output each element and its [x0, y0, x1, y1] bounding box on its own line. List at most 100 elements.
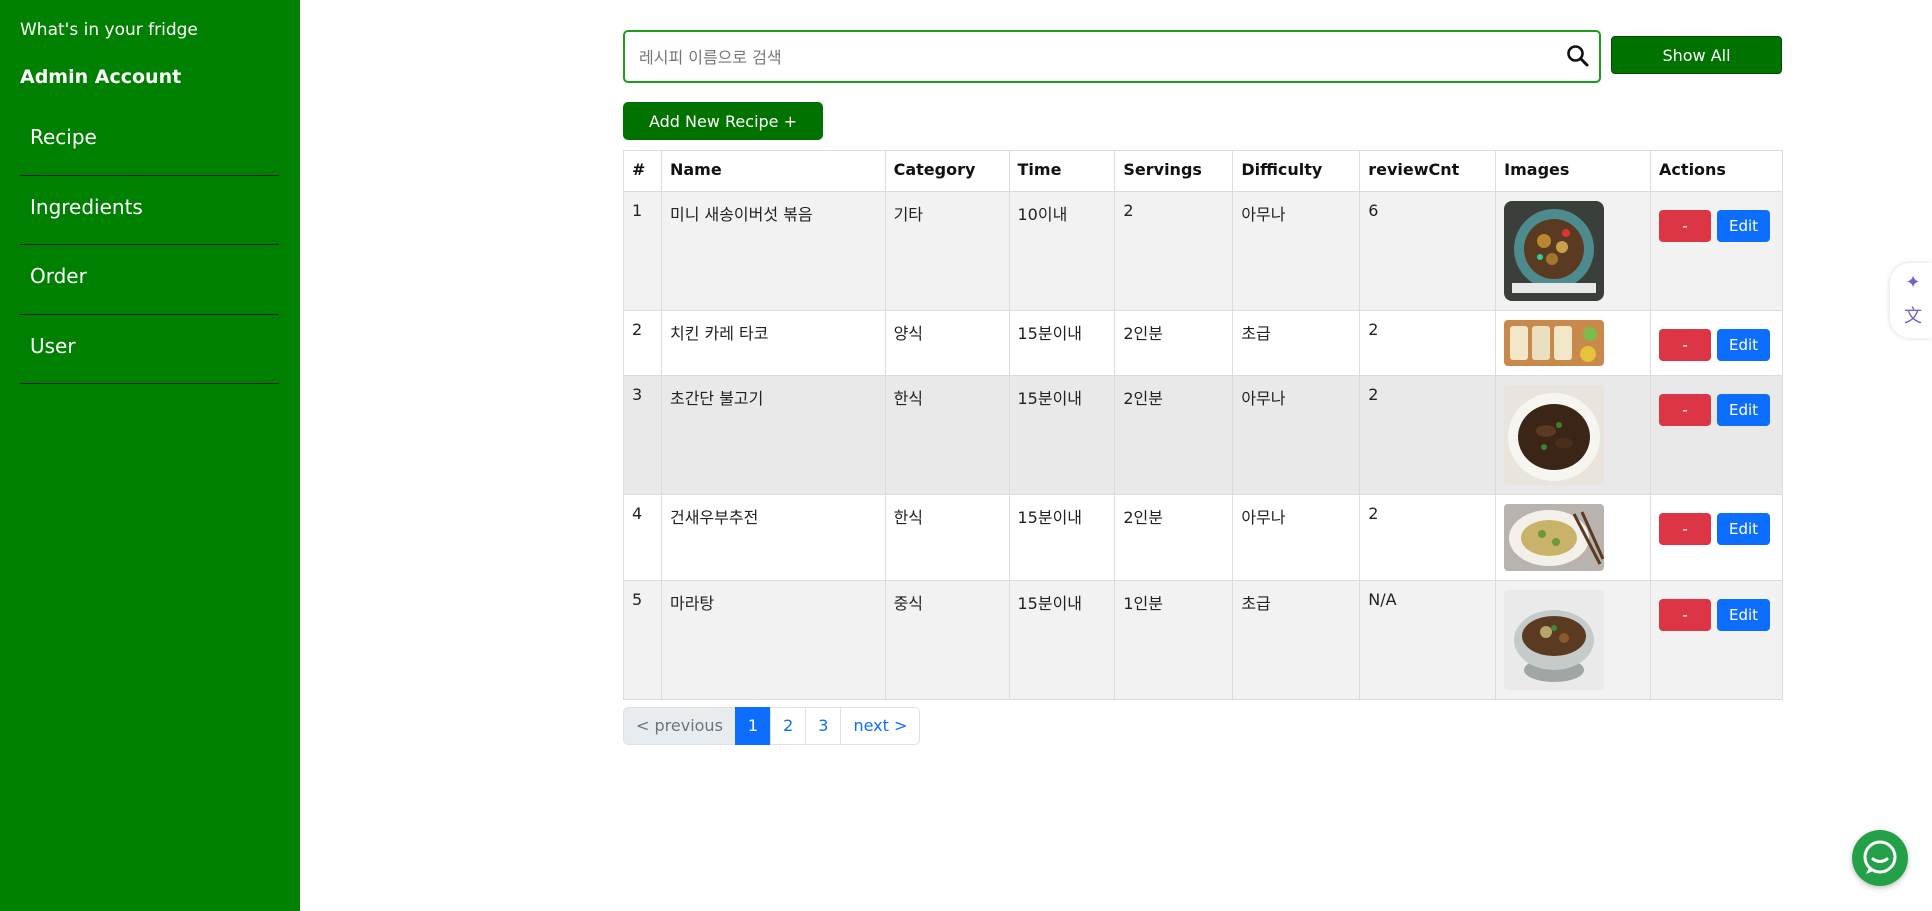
- delete-button[interactable]: -: [1659, 513, 1712, 545]
- cell-category: 한식: [884, 375, 1010, 495]
- cell-difficulty: 초급: [1232, 310, 1361, 376]
- sparkle-icon[interactable]: ✦: [1902, 272, 1924, 294]
- cell-time: 15분이내: [1008, 494, 1116, 581]
- main-content: Show All Add New Recipe + # Name Categor…: [623, 30, 1783, 745]
- cell-time: 15분이내: [1008, 375, 1116, 495]
- cell-category: 중식: [884, 580, 1010, 700]
- cell-difficulty: 초급: [1232, 580, 1361, 700]
- cell-servings: 2인분: [1114, 375, 1234, 495]
- column-header-category: Category: [884, 150, 1010, 192]
- column-header-actions: Actions: [1650, 150, 1783, 192]
- column-header-images: Images: [1495, 150, 1652, 192]
- pagination: < previous 1 2 3 next >: [623, 707, 921, 745]
- search-icon[interactable]: [1565, 43, 1591, 69]
- cell-name: 치킨 카레 타코: [660, 310, 886, 376]
- cell-difficulty: 아무나: [1232, 375, 1361, 495]
- cell-difficulty: 아무나: [1232, 191, 1361, 311]
- cell-image: [1495, 310, 1652, 376]
- edit-button[interactable]: Edit: [1717, 329, 1771, 361]
- sidebar-item-order[interactable]: Order: [20, 245, 279, 315]
- table-header-row: # Name Category Time Servings Difficulty…: [623, 150, 1783, 192]
- cell-time: 15분이내: [1008, 310, 1116, 376]
- column-header-name: Name: [660, 150, 886, 192]
- translate-icon[interactable]: 文: [1902, 306, 1924, 328]
- cell-image: [1495, 494, 1652, 581]
- column-header-reviewcnt: reviewCnt: [1359, 150, 1497, 192]
- recipe-image: [1504, 590, 1605, 690]
- cell-servings: 2: [1114, 191, 1234, 311]
- search-row: Show All: [623, 30, 1783, 83]
- edit-button[interactable]: Edit: [1717, 210, 1771, 242]
- cell-category: 한식: [884, 494, 1010, 581]
- chat-button[interactable]: [1852, 830, 1908, 886]
- cell-time: 10이내: [1008, 191, 1116, 311]
- delete-button[interactable]: -: [1659, 394, 1712, 426]
- cell-servings: 1인분: [1114, 580, 1234, 700]
- cell-difficulty: 아무나: [1232, 494, 1361, 581]
- search-input[interactable]: [639, 44, 1539, 70]
- recipe-image: [1504, 320, 1605, 366]
- cell-number: 3: [623, 375, 662, 495]
- cell-image: [1495, 580, 1652, 700]
- pagination-page-1[interactable]: 1: [734, 707, 772, 745]
- cell-time: 15분이내: [1008, 580, 1116, 700]
- pagination-page-3[interactable]: 3: [805, 707, 842, 745]
- show-all-button[interactable]: Show All: [1611, 36, 1782, 74]
- pagination-page-2[interactable]: 2: [770, 707, 807, 745]
- cell-name: 미니 새송이버섯 볶음: [660, 191, 886, 311]
- column-header-number: #: [623, 150, 662, 192]
- recipe-image: [1504, 201, 1605, 301]
- recipe-image: [1504, 504, 1605, 571]
- brand-title: What's in your fridge: [20, 20, 198, 40]
- pagination-previous[interactable]: < previous: [623, 707, 736, 745]
- cell-reviewcnt: 6: [1359, 191, 1497, 311]
- cell-reviewcnt: 2: [1359, 494, 1497, 581]
- cell-number: 5: [623, 580, 662, 700]
- cell-name: 초간단 불고기: [660, 375, 886, 495]
- cell-actions: - Edit: [1650, 580, 1783, 700]
- cell-name: 마라탕: [660, 580, 886, 700]
- recipe-table: # Name Category Time Servings Difficulty…: [623, 150, 1783, 700]
- column-header-difficulty: Difficulty: [1232, 150, 1361, 192]
- table-row: 4 건새우부추전 한식 15분이내 2인분 아무나 2 - Edit: [623, 494, 1783, 581]
- cell-servings: 2인분: [1114, 494, 1234, 581]
- cell-actions: - Edit: [1650, 375, 1783, 495]
- cell-number: 1: [623, 191, 662, 311]
- cell-image: [1495, 191, 1652, 311]
- cell-reviewcnt: 2: [1359, 375, 1497, 495]
- pagination-next[interactable]: next >: [840, 707, 921, 745]
- cell-servings: 2인분: [1114, 310, 1234, 376]
- cell-reviewcnt: N/A: [1359, 580, 1497, 700]
- cell-actions: - Edit: [1650, 310, 1783, 376]
- search-box: [623, 30, 1601, 83]
- sidebar-item-user[interactable]: User: [20, 315, 279, 384]
- cell-number: 2: [623, 310, 662, 376]
- delete-button[interactable]: -: [1659, 329, 1712, 361]
- cell-category: 양식: [884, 310, 1010, 376]
- sidebar-item-recipe[interactable]: Recipe: [20, 106, 279, 176]
- chat-bubble-icon: [1863, 840, 1897, 874]
- table-row: 2 치킨 카레 타코 양식 15분이내 2인분 초급 2 - Edit: [623, 310, 1783, 376]
- table-row: 3 초간단 불고기 한식 15분이내 2인분 아무나 2 - Edit: [623, 375, 1783, 495]
- table-row: 5 마라탕 중식 15분이내 1인분 초급 N/A - Edit: [623, 580, 1783, 700]
- sidebar-item-ingredients[interactable]: Ingredients: [20, 176, 279, 245]
- cell-actions: - Edit: [1650, 191, 1783, 311]
- edit-button[interactable]: Edit: [1717, 394, 1771, 426]
- edit-button[interactable]: Edit: [1717, 513, 1771, 545]
- column-header-servings: Servings: [1114, 150, 1234, 192]
- cell-category: 기타: [884, 191, 1010, 311]
- delete-button[interactable]: -: [1659, 210, 1712, 242]
- account-title: Admin Account: [20, 66, 182, 88]
- cell-name: 건새우부추전: [660, 494, 886, 581]
- sidebar-nav: Recipe Ingredients Order User: [20, 106, 279, 384]
- edit-button[interactable]: Edit: [1717, 599, 1771, 631]
- column-header-time: Time: [1008, 150, 1116, 192]
- recipe-image: [1504, 385, 1605, 485]
- cell-number: 4: [623, 494, 662, 581]
- add-new-recipe-button[interactable]: Add New Recipe +: [623, 102, 823, 140]
- delete-button[interactable]: -: [1659, 599, 1712, 631]
- cell-reviewcnt: 2: [1359, 310, 1497, 376]
- cell-actions: - Edit: [1650, 494, 1783, 581]
- table-row: 1 미니 새송이버섯 볶음 기타 10이내 2 아무나 6 - Edit: [623, 191, 1783, 311]
- sidebar: What's in your fridge Admin Account Reci…: [0, 0, 300, 911]
